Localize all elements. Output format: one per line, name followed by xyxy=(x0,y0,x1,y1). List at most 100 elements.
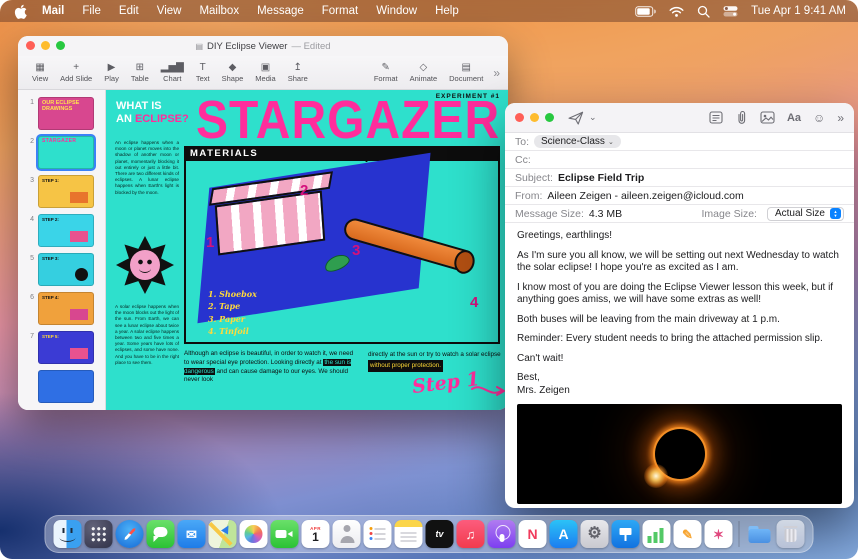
emoji-icon[interactable]: ☺ xyxy=(813,111,825,125)
eclipse-photo-attachment[interactable] xyxy=(517,404,842,504)
dock-icon-tv[interactable]: tv xyxy=(426,520,454,548)
dock-icon-reminders[interactable] xyxy=(364,520,392,548)
spotlight-search-icon[interactable] xyxy=(697,5,710,18)
to-field[interactable]: To: Science-Class ⌄ xyxy=(505,133,854,151)
dock-icon-finder[interactable] xyxy=(54,520,82,548)
zoom-button[interactable] xyxy=(56,41,65,50)
slide-thumb-4[interactable]: 4 STEP 2: xyxy=(18,211,105,250)
slide-thumb-1[interactable]: 1 OUR ECLIPSE DRAWINGS xyxy=(18,94,105,133)
minimize-button[interactable] xyxy=(41,41,50,50)
kn-tool-format[interactable]: ✎ Format xyxy=(368,62,404,83)
dock-icon-messages[interactable] xyxy=(147,520,175,548)
dock-icon-photos[interactable] xyxy=(240,520,268,548)
document-proxy-icon: ▤ xyxy=(195,42,203,51)
keynote-window: ▤ DIY Eclipse Viewer — Edited ▦ View + A… xyxy=(18,36,508,410)
dock-icon-calendar[interactable]: APR 1 xyxy=(302,520,330,548)
mail-titlebar[interactable]: ⌄ Aa ☺ » xyxy=(505,103,854,133)
kn-tool-view[interactable]: ▦ View xyxy=(26,62,54,83)
sun-illustration xyxy=(116,236,174,294)
kn-tool-play[interactable]: ▶ Play xyxy=(98,62,125,83)
attach-icon[interactable] xyxy=(735,110,748,125)
kn-tool-text[interactable]: T Text xyxy=(190,62,216,83)
zoom-button[interactable] xyxy=(545,113,554,122)
dock-icon-facetime[interactable] xyxy=(271,520,299,548)
close-button[interactable] xyxy=(515,113,524,122)
apple-menu[interactable] xyxy=(12,4,33,19)
format-text-icon[interactable]: Aa xyxy=(787,112,801,124)
dock-icon-numbers[interactable] xyxy=(643,520,671,548)
kn-tool-table[interactable]: ⊞ Table xyxy=(125,62,155,83)
send-options-chevron-icon[interactable]: ⌄ xyxy=(589,112,597,123)
toolbar-overflow-icon[interactable]: » xyxy=(493,66,500,80)
slide-canvas[interactable]: EXPERIMENT #1 WHAT IS AN ECLIPSE? STARGA… xyxy=(106,90,508,410)
dock-icon-launchpad[interactable] xyxy=(85,520,113,548)
kn-tool-animate[interactable]: ◇ Animate xyxy=(404,62,444,83)
minimize-button[interactable] xyxy=(530,113,539,122)
slide-thumb-3[interactable]: 3 STEP 1: xyxy=(18,172,105,211)
dock-icon-freeform[interactable]: ✶ xyxy=(705,520,733,548)
slide-thumbnail[interactable]: STEP 2: xyxy=(38,214,94,247)
dock-icon-music[interactable]: ♫ xyxy=(457,520,485,548)
slide-title: STARGAZER xyxy=(196,90,500,152)
slide-thumbnail[interactable]: STEP 1: xyxy=(38,175,94,208)
menu-help[interactable]: Help xyxy=(426,5,468,17)
toolbar-overflow-icon[interactable]: » xyxy=(837,111,844,125)
dock-icon-keynote[interactable] xyxy=(612,520,640,548)
slide-thumb-8[interactable] xyxy=(18,367,105,406)
message-body[interactable]: Greetings, earthlings!As I'm sure you al… xyxy=(505,223,854,504)
slide-thumbnail[interactable]: STEP 4: xyxy=(38,292,94,325)
keynote-titlebar[interactable]: ▤ DIY Eclipse Viewer — Edited xyxy=(18,36,508,56)
insert-photo-icon[interactable] xyxy=(760,111,775,124)
slide-thumbnail[interactable]: STEP 5: xyxy=(38,331,94,364)
dock-icon-maps[interactable] xyxy=(209,520,237,548)
slide-thumbnail[interactable] xyxy=(38,370,94,403)
kn-tool-media[interactable]: ▣ Media xyxy=(249,62,281,83)
dock-icon-settings[interactable]: ⚙ xyxy=(581,520,609,548)
slide-thumbnail[interactable]: STEP 3: xyxy=(38,253,94,286)
menu-window[interactable]: Window xyxy=(367,5,426,17)
kn-tool-share[interactable]: ↥ Share xyxy=(282,62,314,83)
slide-thumbnail[interactable]: OUR ECLIPSE DRAWINGS xyxy=(38,97,94,130)
menu-message[interactable]: Message xyxy=(248,5,313,17)
dock-icon-contacts[interactable] xyxy=(333,520,361,548)
control-center-icon[interactable] xyxy=(723,6,738,17)
menu-file[interactable]: File xyxy=(73,5,110,17)
dock-icon-trash[interactable] xyxy=(777,520,805,548)
menu-mail[interactable]: Mail xyxy=(33,5,73,17)
dock-icon-news[interactable]: N xyxy=(519,520,547,548)
kn-tool-chart[interactable]: ▂▅▇ Chart xyxy=(155,62,190,83)
apple-logo-icon xyxy=(14,4,27,19)
slide-thumb-6[interactable]: 6 STEP 4: xyxy=(18,289,105,328)
header-fields-icon[interactable] xyxy=(709,111,723,124)
wifi-icon[interactable] xyxy=(669,6,684,17)
dock-icon-notes[interactable] xyxy=(395,520,423,548)
slide-thumb-7[interactable]: 7 STEP 5: xyxy=(18,328,105,367)
menu-edit[interactable]: Edit xyxy=(110,5,148,17)
cc-field[interactable]: Cc: xyxy=(505,151,854,169)
menu-format[interactable]: Format xyxy=(313,5,367,17)
menu-mailbox[interactable]: Mailbox xyxy=(190,5,248,17)
from-field[interactable]: From: Aileen Zeigen - aileen.zeigen@iclo… xyxy=(505,187,854,205)
dock-icon-podcasts[interactable] xyxy=(488,520,516,548)
image-size-dropdown[interactable]: Actual Size ▲▼ xyxy=(767,207,844,221)
slide-thumb-5[interactable]: 5 STEP 3: xyxy=(18,250,105,289)
dock-icon-app-store[interactable]: A xyxy=(550,520,578,548)
dock-icon-mail[interactable]: ✉ xyxy=(178,520,206,548)
menu-bar-clock[interactable]: Tue Apr 1 9:41 AM xyxy=(751,5,846,17)
dock-icon-downloads-folder[interactable] xyxy=(746,520,774,548)
kn-tool-add-slide[interactable]: + Add Slide xyxy=(54,62,98,83)
close-button[interactable] xyxy=(26,41,35,50)
recipient-token[interactable]: Science-Class ⌄ xyxy=(534,135,621,148)
kn-tool-shape[interactable]: ◆ Shape xyxy=(216,62,250,83)
slide-thumbnail[interactable]: STARGAZER xyxy=(38,136,94,169)
callout-number-2: 2 xyxy=(300,182,308,199)
subject-field[interactable]: Subject: Eclipse Field Trip xyxy=(505,169,854,187)
slide-thumb-2[interactable]: 2 STARGAZER xyxy=(18,133,105,172)
dock-icon-safari[interactable] xyxy=(116,520,144,548)
body-paragraph: Both buses will be leaving from the main… xyxy=(517,314,842,327)
menu-view[interactable]: View xyxy=(148,5,191,17)
battery-icon[interactable] xyxy=(635,6,656,17)
send-icon[interactable] xyxy=(568,111,584,125)
dock-icon-pages[interactable]: ✎ xyxy=(674,520,702,548)
kn-tool-document[interactable]: ▤ Document xyxy=(443,62,489,83)
